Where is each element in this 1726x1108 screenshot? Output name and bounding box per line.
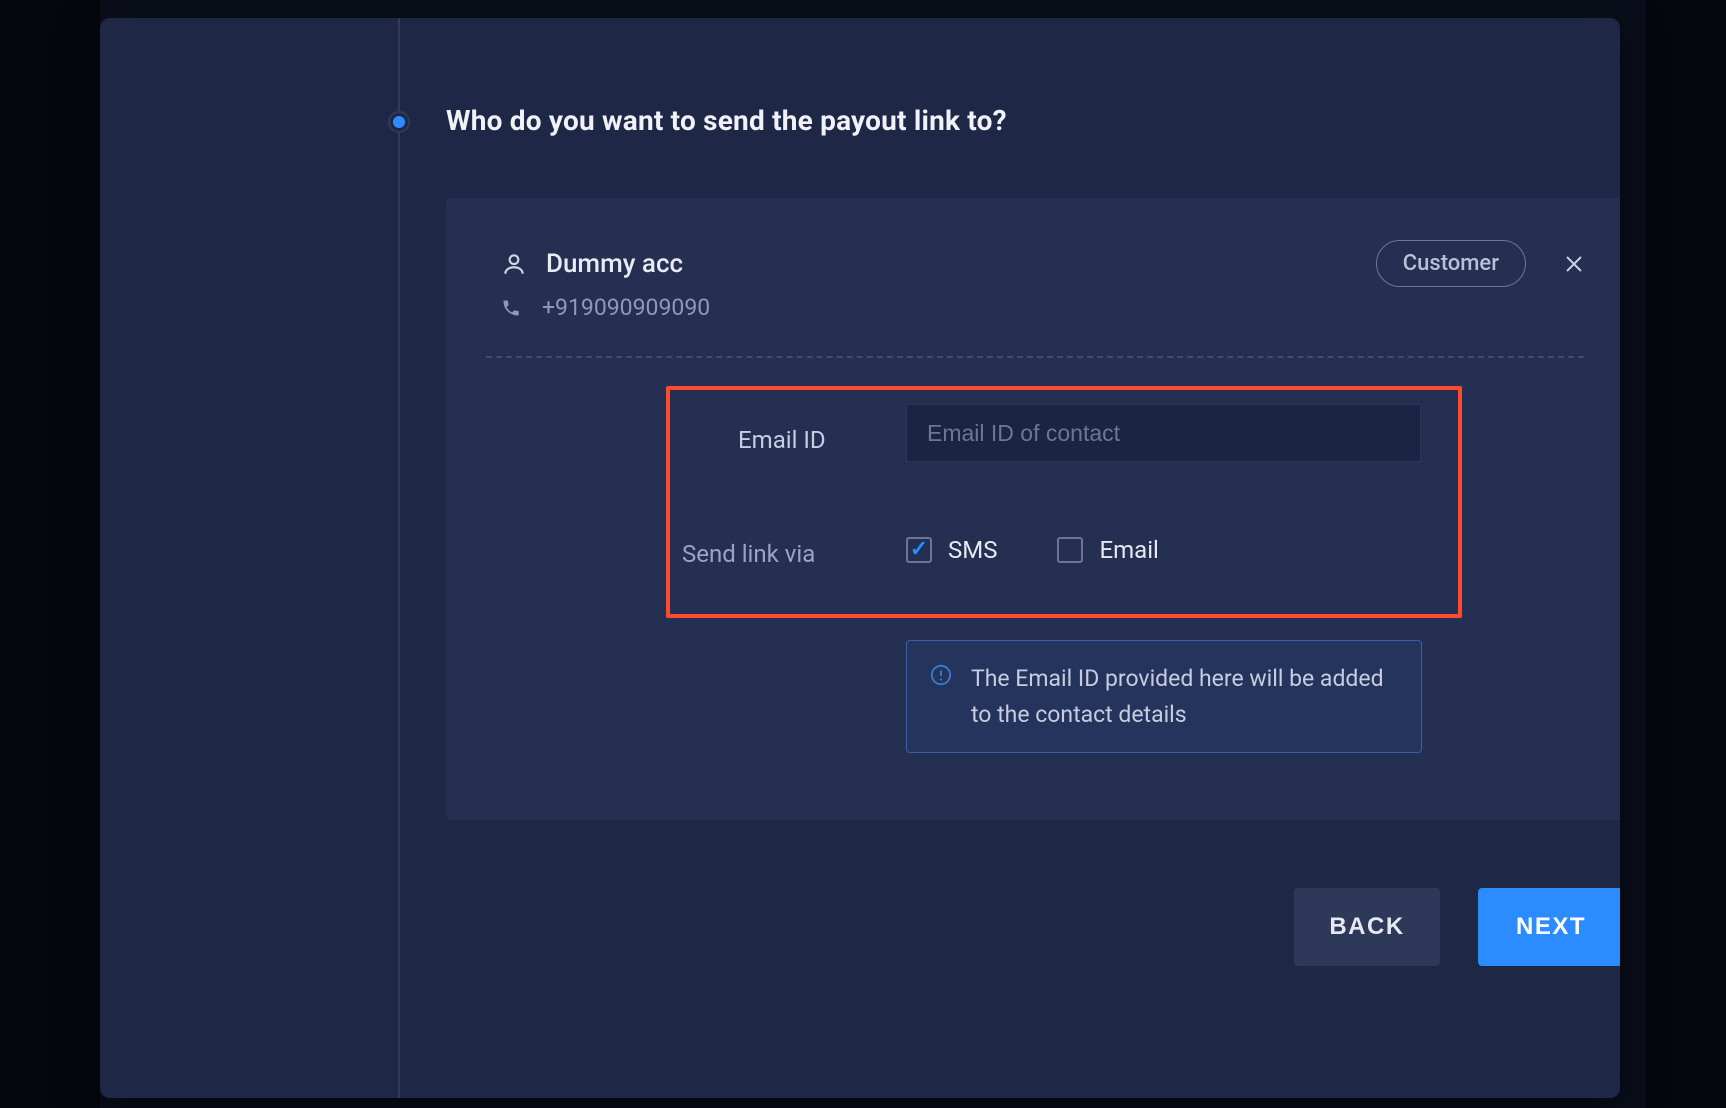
contact-name: Dummy acc (546, 249, 683, 279)
stepper-line (398, 18, 400, 1098)
remove-contact-button[interactable] (1560, 250, 1588, 278)
send-via-options: SMS Email (906, 536, 1159, 564)
payout-link-modal: Who do you want to send the payout link … (100, 18, 1620, 1098)
info-banner: The Email ID provided here will be added… (906, 640, 1422, 753)
backdrop-right (1646, 0, 1726, 1108)
backdrop-left (0, 0, 100, 1108)
page-backdrop: Who do you want to send the payout link … (0, 0, 1726, 1108)
email-label: Email ID (738, 426, 826, 454)
next-button[interactable]: NEXT (1478, 888, 1620, 966)
checkbox-email[interactable]: Email (1057, 536, 1158, 564)
modal-footer: BACK NEXT (446, 888, 1620, 966)
back-button[interactable]: BACK (1294, 888, 1440, 966)
person-icon (500, 250, 528, 278)
checkbox-sms[interactable]: SMS (906, 536, 997, 564)
step-title: Who do you want to send the payout link … (446, 104, 1007, 137)
contact-phone-row: +919090909090 (500, 294, 710, 321)
checkbox-email-label: Email (1099, 536, 1158, 564)
stepper-bullet-active (388, 111, 410, 133)
info-icon (929, 663, 953, 687)
recipient-card: Dummy acc Customer +919090909090 (446, 198, 1620, 820)
email-input[interactable] (906, 404, 1421, 462)
info-text: The Email ID provided here will be added… (971, 661, 1399, 732)
card-divider (486, 356, 1584, 358)
contact-header-row: Dummy acc Customer (500, 240, 1588, 287)
checkbox-sms-box (906, 537, 932, 563)
checkbox-sms-label: SMS (948, 536, 997, 564)
checkbox-email-box (1057, 537, 1083, 563)
phone-icon (500, 297, 522, 319)
contact-phone: +919090909090 (542, 294, 710, 321)
send-via-label: Send link via (682, 540, 815, 568)
contact-role-badge: Customer (1376, 240, 1526, 287)
